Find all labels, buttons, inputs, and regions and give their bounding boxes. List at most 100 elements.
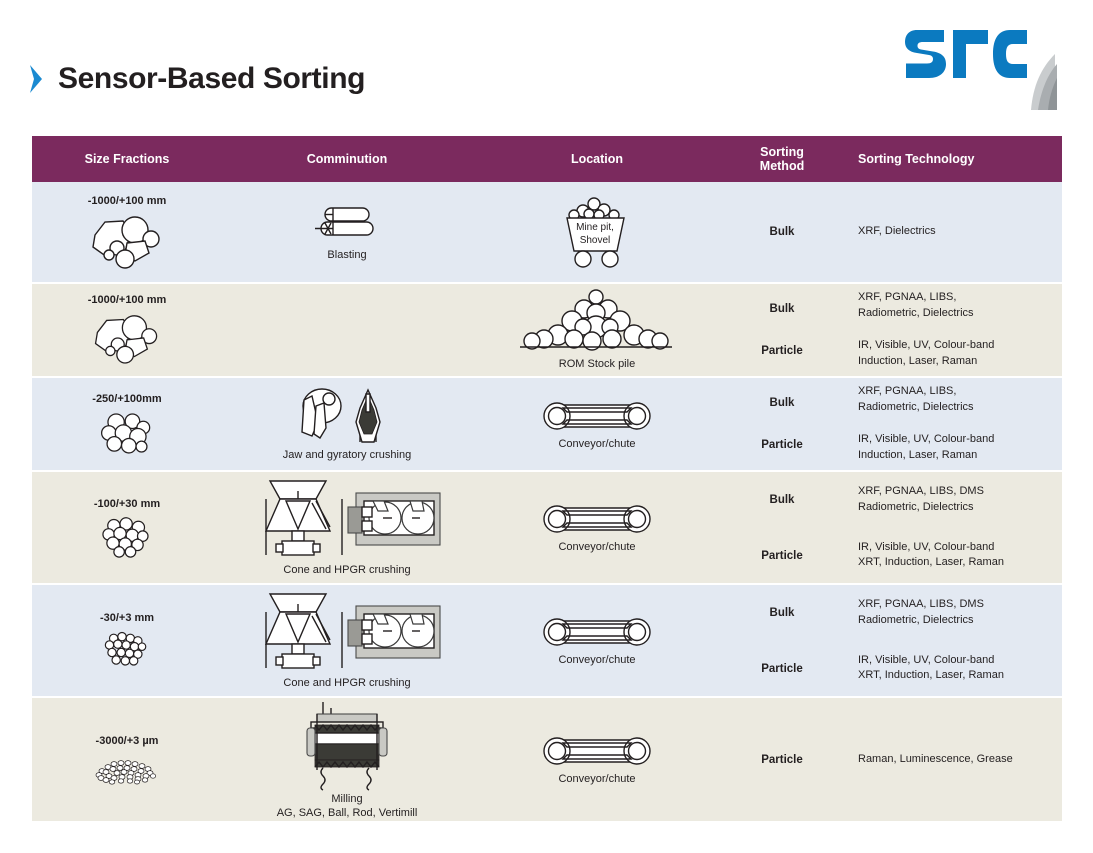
size-fraction-label: -3000/+3 µm xyxy=(95,734,159,747)
cell-size-fraction: -1000/+100 mm xyxy=(32,284,222,376)
cell-location: Mine pit, Shovel xyxy=(472,182,722,282)
location-caption: Conveyor/chute xyxy=(558,541,636,554)
blasting-dynamite-icon xyxy=(315,206,374,236)
cell-size-fraction: -100/+30 mm xyxy=(32,472,222,583)
cell-sorting-method: Bulk Particle xyxy=(722,284,842,376)
sorting-technology-text: XRF, PGNAA, LIBS, Radiometric, Dielectric… xyxy=(858,291,974,320)
cell-comminution: Jaw and gyratory crushing xyxy=(222,378,472,470)
cell-sorting-method: Particle xyxy=(722,698,842,821)
comminution-caption: Blasting xyxy=(327,248,367,261)
conveyor-icon xyxy=(543,737,651,765)
cell-comminution: Milling AG, SAG, Ball, Rod, Vertimill xyxy=(222,698,472,821)
column-header-sorting-technology: Sorting Technology xyxy=(858,151,975,166)
column-header-comminution: Comminution xyxy=(306,151,388,166)
rom-stockpile-icon xyxy=(520,288,672,351)
comminution-caption: Jaw and gyratory crushing xyxy=(282,448,412,461)
cell-sorting-method: Bulk Particle xyxy=(722,472,842,583)
conveyor-icon xyxy=(543,618,651,646)
comminution-caption: Cone and HPGR crushing xyxy=(283,564,411,577)
src-logo-mark xyxy=(905,30,1057,110)
sorting-method-label: Bulk xyxy=(769,493,795,506)
table-row: -1000/+100 mm xyxy=(32,282,1062,376)
location-caption: ROM Stock pile xyxy=(558,357,636,370)
cell-comminution xyxy=(222,284,472,376)
sensor-sorting-table: Size Fractions Comminution Location Sort… xyxy=(32,136,1062,821)
cart-label-line2: Shovel xyxy=(580,235,611,246)
location-caption: Conveyor/chute xyxy=(558,654,636,667)
location-caption: Conveyor/chute xyxy=(558,773,636,786)
column-header-sorting-method: Sorting Method xyxy=(722,145,842,174)
src-logo xyxy=(905,12,1065,112)
table-row: -100/+30 mm Cone and HPGR crushing Conve… xyxy=(32,470,1062,583)
sorting-method-label: Particle xyxy=(761,439,803,451)
size-fraction-label: -250/+100mm xyxy=(92,393,162,405)
sorting-technology-text: XRF, Dielectrics xyxy=(858,225,936,238)
cell-size-fraction: -1000/+100 mm xyxy=(32,182,222,282)
cell-location: Conveyor/chute xyxy=(472,698,722,821)
title-block: Sensor-Based Sorting xyxy=(28,62,365,96)
cell-sorting-technology: XRF, PGNAA, LIBS, DMS Radiometric, Dielec… xyxy=(842,585,1062,696)
comminution-caption: Milling AG, SAG, Ball, Rod, Vertimill xyxy=(277,793,418,821)
cell-size-fraction: -30/+3 mm xyxy=(32,585,222,696)
sorting-method-label: Particle xyxy=(761,549,803,562)
cell-comminution: Cone and HPGR crushing xyxy=(222,585,472,696)
sorting-technology-text: XRF, PGNAA, LIBS, Radiometric, Dielectric… xyxy=(858,385,974,414)
cell-location: Conveyor/chute xyxy=(472,472,722,583)
sorting-method-label: Particle xyxy=(761,662,803,675)
rock-cluster-small-icon xyxy=(102,516,149,558)
sorting-technology-text: XRF, PGNAA, LIBS, DMS Radiometric, Dielec… xyxy=(858,597,984,626)
cell-sorting-method: Bulk xyxy=(722,182,842,282)
cell-location: Conveyor/chute xyxy=(472,378,722,470)
feather-icon xyxy=(1031,54,1057,110)
sorting-technology-text: IR, Visible, UV, Colour-band XRT, Inducti… xyxy=(858,653,1004,682)
jaw-gyratory-crusher-icon xyxy=(301,387,381,443)
powder-pile-icon xyxy=(95,759,156,785)
sorting-method-label: Bulk xyxy=(769,226,795,238)
cell-sorting-technology: XRF, PGNAA, LIBS, DMS Radiometric, Dielec… xyxy=(842,472,1062,583)
column-header-location: Location xyxy=(570,151,624,166)
size-fraction-label: -30/+3 mm xyxy=(99,611,155,624)
sorting-technology-text: IR, Visible, UV, Colour-band XRT, Inducti… xyxy=(858,540,1004,569)
table-row: -250/+100mm Jaw and gyratory crushing Co… xyxy=(32,376,1062,470)
page-header: Sensor-Based Sorting xyxy=(0,0,1093,132)
cell-sorting-method: Bulk Particle xyxy=(722,585,842,696)
table-header-row: Size Fractions Comminution Location Sort… xyxy=(32,136,1062,182)
cell-sorting-method: Bulk Particle xyxy=(722,378,842,470)
sorting-method-label: Particle xyxy=(761,753,803,766)
size-fraction-label: -1000/+100 mm xyxy=(87,195,167,207)
comminution-caption-line1: Milling xyxy=(331,793,363,806)
column-header-size-fractions: Size Fractions xyxy=(84,151,170,166)
sorting-method-label: Particle xyxy=(761,345,803,357)
cell-comminution: Cone and HPGR crushing xyxy=(222,472,472,583)
cell-sorting-technology: Raman, Luminescence, Grease xyxy=(842,698,1062,821)
size-fraction-label: -1000/+100 mm xyxy=(87,294,167,306)
conveyor-icon xyxy=(543,401,651,430)
rock-cluster-fine-icon xyxy=(104,631,147,666)
cell-sorting-technology: XRF, PGNAA, LIBS, Radiometric, Dielectric… xyxy=(842,378,1062,470)
cell-size-fraction: -3000/+3 µm xyxy=(32,698,222,821)
cell-location: Conveyor/chute xyxy=(472,585,722,696)
cell-size-fraction: -250/+100mm xyxy=(32,378,222,470)
location-caption: Conveyor/chute xyxy=(558,437,636,450)
sorting-technology-text: XRF, PGNAA, LIBS, DMS Radiometric, Dielec… xyxy=(858,484,984,513)
sorting-technology-text: Raman, Luminescence, Grease xyxy=(858,752,1013,765)
cell-comminution: Blasting xyxy=(222,182,472,282)
cone-hpgr-crusher-icon xyxy=(264,480,441,556)
sorting-technology-text: IR, Visible, UV, Colour-band Induction, L… xyxy=(858,433,995,461)
cell-sorting-technology: XRF, PGNAA, LIBS, Radiometric, Dielectric… xyxy=(842,284,1062,376)
page-root: Sensor-Based Sorting Size Fractions Comm… xyxy=(0,0,1093,853)
mill-icon xyxy=(306,702,388,791)
comminution-caption: Cone and HPGR crushing xyxy=(283,677,411,690)
column-header-sorting-method-line2: Method xyxy=(759,159,805,173)
mine-cart-icon: Mine pit, Shovel xyxy=(566,197,625,268)
size-fraction-label: -100/+30 mm xyxy=(93,497,161,510)
chevron-right-icon xyxy=(28,63,45,95)
cart-label-line1: Mine pit, xyxy=(576,222,614,233)
cell-sorting-technology: XRF, Dielectrics xyxy=(842,182,1062,282)
cone-hpgr-crusher-icon xyxy=(264,593,441,669)
sorting-method-label: Bulk xyxy=(769,303,795,315)
column-header-sorting-method-line1: Sorting xyxy=(760,144,804,159)
rock-cluster-large-icon xyxy=(92,216,160,269)
page-title: Sensor-Based Sorting xyxy=(58,62,366,95)
table-row: -1000/+100 mm xyxy=(32,182,1062,282)
